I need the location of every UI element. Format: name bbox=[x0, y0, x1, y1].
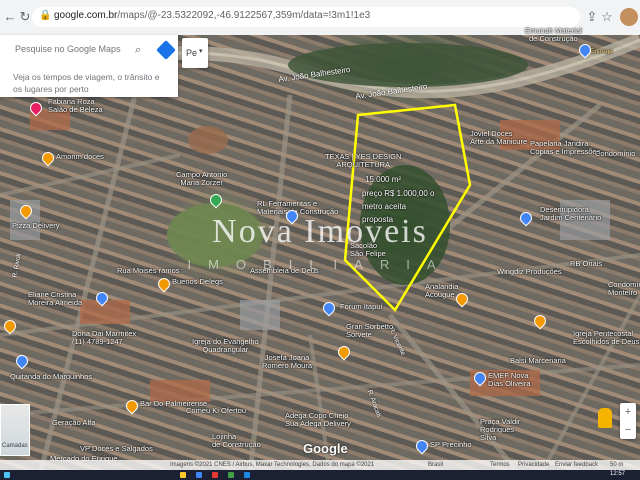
back-arrow-icon[interactable]: ← bbox=[2, 9, 18, 25]
watermark-subtitle: IMOBILIARIA bbox=[187, 257, 453, 272]
chrome-icon[interactable] bbox=[196, 472, 202, 478]
google-logo: Google bbox=[303, 441, 348, 456]
scale-label: 50 m bbox=[610, 462, 624, 468]
place-label[interactable]: SP Precinho bbox=[430, 441, 472, 449]
parcel-area-label: 15.000 m² bbox=[365, 175, 402, 184]
parcel-note-label: metro aceita bbox=[362, 202, 407, 211]
place-label[interactable]: Dona Dai Marmitex (11) 4789-1247 bbox=[72, 330, 136, 346]
layer-label: Pe bbox=[186, 48, 198, 58]
country-link[interactable]: Brasil bbox=[428, 460, 443, 470]
terms-link[interactable]: Termos bbox=[490, 460, 510, 470]
place-label[interactable]: Balsi Marcenaria bbox=[510, 357, 566, 365]
place-label[interactable]: Fórum Itapuí bbox=[340, 303, 383, 311]
attribution-bar: Imagens ©2021 CNES / Airbus, Maxar Techn… bbox=[0, 460, 640, 470]
place-label[interactable]: Praça Valdir Rodrigues Silva bbox=[480, 418, 520, 442]
url-host: google.com.br bbox=[54, 10, 118, 21]
place-sublabel: Entrega bbox=[590, 48, 613, 55]
place-label[interactable]: Adega Copo Cheio Sua Adega Delivery bbox=[285, 412, 351, 428]
app-icon[interactable] bbox=[244, 472, 250, 478]
url-text[interactable]: google.com.br/maps/@-23.5322092,-46.9122… bbox=[54, 10, 370, 21]
place-label[interactable]: Comeu Ki Ofertou bbox=[186, 407, 246, 415]
feedback-link[interactable]: Enviar feedback bbox=[555, 460, 598, 470]
search-panel: ⌕ Veja os tempos de viagem, o trânsito e… bbox=[0, 35, 178, 97]
place-label[interactable]: Campo Antonio Maria Zorzer bbox=[176, 171, 227, 187]
place-label[interactable]: Buenos Delegs bbox=[172, 278, 223, 286]
place-label[interactable]: VP Doces e Salgados bbox=[80, 445, 153, 453]
rooftop bbox=[240, 300, 280, 330]
place-label[interactable]: Gran Sorbetto Sorvete bbox=[346, 323, 393, 339]
url-path: /maps/@-23.5322092,-46.9122567,359m/data… bbox=[117, 10, 371, 21]
search-icon[interactable]: ⌕ bbox=[135, 44, 141, 57]
layers-thumbnail[interactable]: Camadas bbox=[0, 404, 30, 456]
zoom-out-button[interactable]: − bbox=[620, 421, 636, 439]
taskbar: 12:57 bbox=[0, 470, 640, 480]
lock-icon: 🔒 bbox=[39, 10, 52, 21]
place-label[interactable]: Fabiana Roza Salão de Beleza bbox=[48, 98, 103, 114]
watermark-title: Nova Imoveis bbox=[212, 213, 428, 250]
travel-hint[interactable]: Veja os tempos de viagem, o trânsito e o… bbox=[13, 71, 168, 95]
place-label[interactable]: Lojinha de Construção bbox=[212, 433, 261, 449]
zoom-in-button[interactable]: + bbox=[620, 403, 636, 421]
avatar[interactable] bbox=[620, 8, 638, 26]
star-icon[interactable]: ☆ bbox=[599, 9, 615, 25]
privacy-link[interactable]: Privacidade bbox=[518, 460, 549, 470]
clock[interactable]: 12:57 bbox=[610, 471, 625, 477]
imagery-credit: Imagens ©2021 CNES / Airbus, Maxar Techn… bbox=[170, 462, 375, 468]
reload-icon[interactable]: ↻ bbox=[17, 9, 33, 25]
place-label[interactable]: Papelaria Jandira Copias e Impressões bbox=[530, 140, 600, 156]
rooftop bbox=[80, 300, 130, 324]
layers-label: Camadas bbox=[2, 443, 28, 449]
windows-start-icon[interactable] bbox=[4, 472, 10, 478]
parcel-price-label: preço R$ 1.000,00 o bbox=[362, 189, 435, 198]
chevron-down-icon: ▾ bbox=[199, 48, 203, 55]
place-label[interactable]: Quitanda do Marquinhos bbox=[10, 373, 92, 381]
address-bar[interactable]: 🔒 google.com.br/maps/@-23.5322092,-46.91… bbox=[32, 7, 580, 27]
place-label[interactable]: Condomínio bbox=[595, 150, 635, 158]
place-label[interactable]: Emunah Material de Construção bbox=[525, 27, 582, 43]
place-label[interactable]: Condomínio Monteiro bbox=[608, 281, 640, 297]
zoom-control: + − bbox=[620, 403, 636, 439]
share-icon[interactable]: ⇪ bbox=[584, 9, 600, 25]
search-input[interactable] bbox=[13, 43, 127, 55]
place-label[interactable]: Igreja do Evangelho Quadrangular bbox=[192, 338, 259, 354]
place-label[interactable]: Eliane Cristina Moreira Almeida bbox=[28, 291, 82, 307]
directions-icon[interactable] bbox=[156, 40, 176, 60]
layer-dropdown[interactable]: Pe ▾ bbox=[182, 38, 208, 68]
place-label[interactable]: EMEF Nova Dias Oliveira bbox=[488, 372, 531, 388]
place-label[interactable]: Amorim doces bbox=[56, 153, 104, 161]
app-icon[interactable] bbox=[228, 472, 234, 478]
place-label[interactable]: TEXAS | YES DESIGN ARQUITETURA bbox=[325, 153, 401, 169]
street-view-pegman-icon[interactable] bbox=[598, 408, 612, 428]
place-label[interactable]: Igreja Pentecostal Escolhidos de Deus bbox=[573, 330, 639, 346]
place-label[interactable]: Joviel Doces Arte da Manicure bbox=[470, 130, 527, 146]
search-box: ⌕ bbox=[5, 39, 176, 63]
folder-icon[interactable] bbox=[180, 472, 186, 478]
place-label[interactable]: Josefa Joana Romero Moura bbox=[262, 354, 312, 370]
place-label[interactable]: Geração Alfa bbox=[52, 419, 95, 427]
place-label[interactable]: Analandia Acougue bbox=[425, 283, 458, 299]
app-icon[interactable] bbox=[212, 472, 218, 478]
